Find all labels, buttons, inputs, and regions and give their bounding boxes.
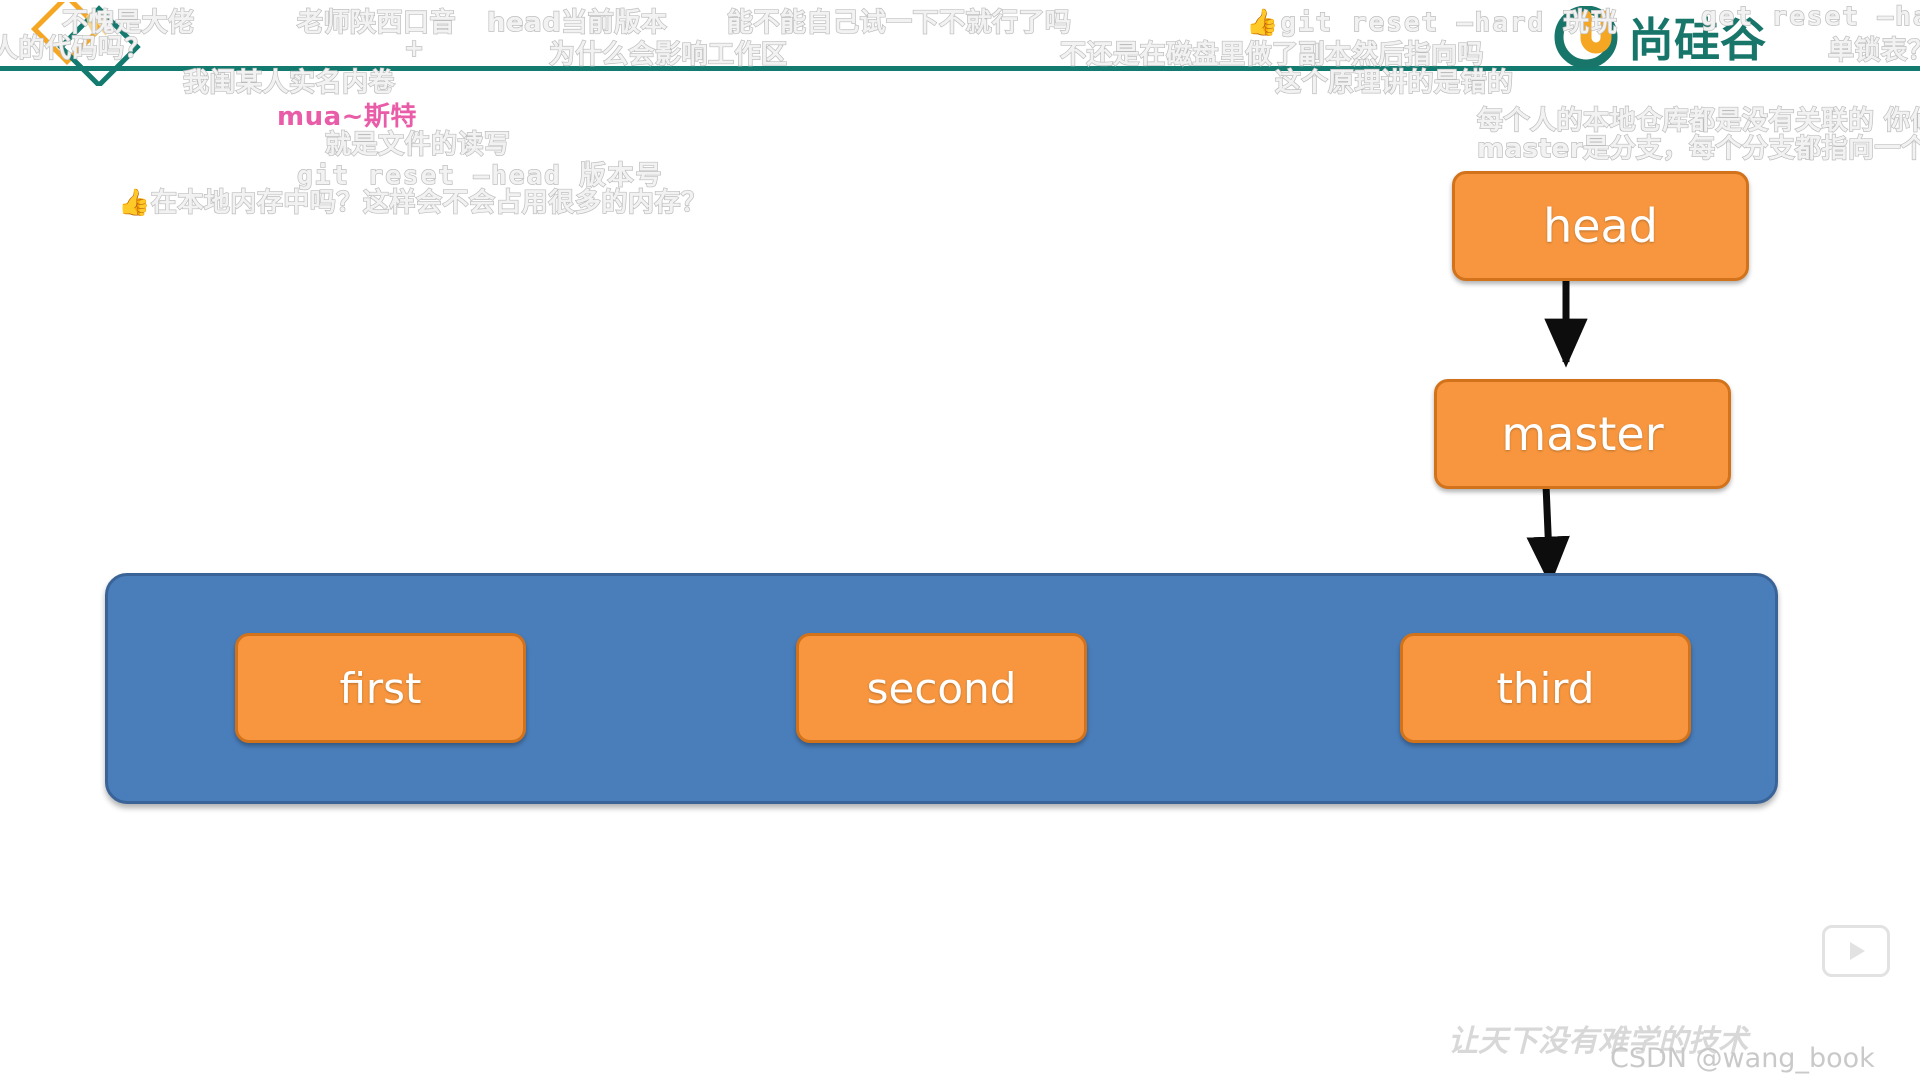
danmaku-text: 老师陕西口音: [296, 7, 457, 38]
danmaku-comment: 人的代码吗？: [0, 28, 151, 65]
danmaku-comment: 能不能自己试一下不就行了吗: [726, 2, 1072, 39]
danmaku-comment: 单锁表？: [1827, 30, 1920, 67]
danmaku-comment: +: [403, 33, 425, 62]
danmaku-text: 人的代码吗？: [0, 33, 152, 64]
danmaku-text: 能不能自己试一下不就行了吗: [726, 7, 1072, 38]
danmaku-text: 这个原理讲的是错的: [1274, 67, 1514, 98]
danmaku-text: 单锁表？: [1827, 35, 1920, 66]
play-triangle-glyph: [1850, 942, 1865, 960]
slide-canvas: 尚硅谷 不愧是大佬 人的代码吗？ 老师陕西口音 + head当前版本 为什么会影响工作区能…: [0, 0, 1920, 1080]
danmaku-comment: 为什么会影响工作区: [548, 34, 788, 71]
thumbs-up-icon: 👍: [1246, 8, 1281, 38]
danmaku-text: 我闺某人实名内卷: [182, 67, 396, 98]
node-first[interactable]: first: [235, 633, 526, 743]
danmaku-comment: 老师陕西口音: [296, 2, 457, 39]
csdn-credit-watermark: CSDN @wang_book: [1610, 1043, 1875, 1074]
danmaku-text: +: [403, 33, 425, 62]
node-second[interactable]: second: [796, 633, 1087, 743]
play-triangle-icon: [1822, 925, 1890, 977]
node-master[interactable]: master: [1434, 379, 1731, 489]
danmaku-text: 在本地内存中吗？这样会不会占用很多的内存？: [150, 187, 708, 218]
danmaku-comment: 👍在本地内存中吗？这样会不会占用很多的内存？: [118, 182, 708, 219]
danmaku-comment: 👍git reset —hard 珖珖: [1246, 2, 1619, 39]
danmaku-text: master是分支，每个分支都指向一个版本: [1476, 133, 1920, 164]
danmaku-text: git reset —hard 珖珖: [1280, 7, 1619, 38]
node-head[interactable]: head: [1452, 171, 1749, 281]
thumbs-up-icon: 👍: [118, 188, 151, 218]
danmaku-text: get reset —hard: [1700, 1, 1920, 32]
danmaku-comment: master是分支，每个分支都指向一个版本: [1476, 128, 1920, 165]
danmaku-comment: get reset —hard: [1700, 1, 1920, 32]
danmaku-comment: 我闺某人实名内卷: [182, 62, 396, 99]
danmaku-comment: 这个原理讲的是错的: [1274, 62, 1514, 99]
node-third[interactable]: third: [1400, 633, 1691, 743]
danmaku-text: 为什么会影响工作区: [548, 39, 788, 70]
